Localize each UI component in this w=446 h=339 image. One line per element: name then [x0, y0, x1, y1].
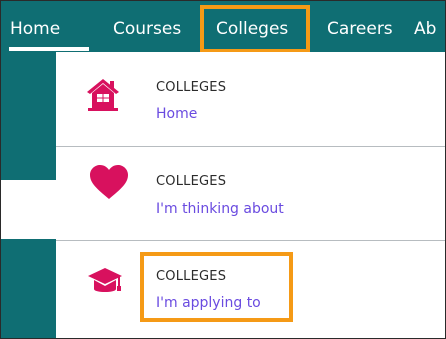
- left-teal-band-lower: [1, 239, 56, 338]
- nav-careers[interactable]: Careers: [327, 1, 393, 52]
- dropdown-item-home[interactable]: COLLEGES Home: [56, 52, 445, 146]
- nav-courses[interactable]: Courses: [113, 1, 181, 52]
- heart-icon: [89, 165, 129, 205]
- nav-about-truncated[interactable]: Ab: [414, 1, 436, 52]
- dropdown-item-thinking-about[interactable]: COLLEGES I'm thinking about: [56, 147, 445, 240]
- house-icon: [86, 77, 120, 117]
- dropdown-item-thinking-link[interactable]: I'm thinking about: [156, 201, 284, 217]
- dropdown-item-home-link[interactable]: Home: [156, 106, 197, 122]
- app-frame: Home Courses Colleges Careers Ab COLLEGE: [0, 0, 446, 339]
- applying-to-highlight-box: [140, 252, 293, 322]
- nav-home-active-indicator: [9, 47, 89, 51]
- graduation-cap-icon: [87, 267, 123, 301]
- left-teal-band: [1, 52, 56, 180]
- nav-home[interactable]: Home: [10, 1, 60, 52]
- colleges-highlight-box: [200, 5, 310, 53]
- dropdown-item-thinking-title: COLLEGES: [156, 174, 227, 189]
- dropdown-item-home-title: COLLEGES: [156, 80, 227, 95]
